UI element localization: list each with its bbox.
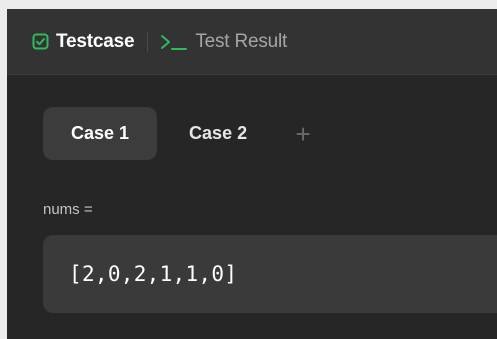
tab-testcase-label: Testcase [56, 30, 135, 52]
nums-input[interactable]: [2,0,2,1,1,0] [43, 235, 497, 313]
tab-testcase[interactable]: Testcase [32, 9, 135, 74]
testcase-panel: Testcase Test Result Case 1 Case 2 + num… [0, 0, 497, 339]
case-2-button[interactable]: Case 2 [161, 107, 275, 160]
param-label: nums = [43, 201, 93, 218]
add-case-button[interactable]: + [289, 121, 317, 147]
panel-tab-bar: Testcase Test Result [7, 9, 497, 75]
checkbox-icon [32, 33, 49, 50]
terminal-prompt-icon [160, 33, 188, 51]
case-selector: Case 1 Case 2 + [43, 107, 317, 160]
tab-test-result[interactable]: Test Result [160, 9, 287, 74]
tab-test-result-label: Test Result [195, 30, 288, 52]
tab-divider [147, 31, 149, 52]
case-1-button[interactable]: Case 1 [43, 107, 158, 160]
